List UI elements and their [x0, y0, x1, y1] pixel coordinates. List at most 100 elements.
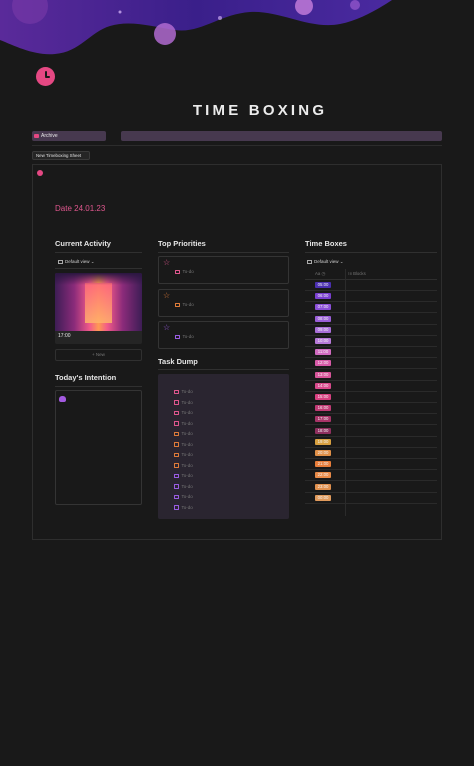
- table-row[interactable]: 11:00: [305, 347, 437, 359]
- new-timeboxing-sheet-button[interactable]: New Timeboxing Sheet: [32, 151, 90, 160]
- checkbox[interactable]: [174, 463, 179, 468]
- time-tag[interactable]: 12:00: [315, 360, 331, 367]
- todo-item[interactable]: To-do: [174, 452, 193, 458]
- current-activity-card[interactable]: 17:00: [55, 273, 142, 344]
- checkbox[interactable]: [174, 431, 179, 436]
- table-row[interactable]: 17:00: [305, 414, 437, 426]
- checkbox[interactable]: [174, 494, 179, 499]
- table-row[interactable]: 05:00: [305, 280, 437, 291]
- time-tag[interactable]: 06:00: [315, 293, 331, 300]
- table-row[interactable]: 14:00: [305, 381, 437, 392]
- checkbox[interactable]: [174, 442, 179, 447]
- blocks-column-header[interactable]: ⁝≡ Blocks: [348, 271, 366, 277]
- todo-item[interactable]: To-do: [174, 473, 193, 479]
- star-outline-icon: ☆: [163, 323, 171, 332]
- todo-item[interactable]: To-do: [174, 389, 193, 395]
- checkbox[interactable]: [175, 334, 180, 339]
- todays-intention-title: Today's Intention: [55, 373, 117, 382]
- todo-item[interactable]: To-do: [174, 421, 193, 427]
- time-tag[interactable]: 17:00: [315, 416, 331, 423]
- todo-label: To-do: [181, 473, 193, 478]
- time-tag[interactable]: 05:00: [315, 282, 331, 288]
- todo-label: To-do: [182, 334, 194, 339]
- time-tag[interactable]: 08:00: [315, 315, 331, 322]
- table-row[interactable]: 13:00: [305, 370, 437, 381]
- todo-label: To-do: [181, 441, 193, 447]
- time-tag[interactable]: 18:00: [315, 427, 331, 434]
- table-row[interactable]: 00:00: [305, 493, 437, 504]
- time-boxes-table-header: Aa ◷ ⁝≡ Blocks: [305, 269, 437, 280]
- todo-item[interactable]: To-do: [175, 334, 194, 340]
- table-row[interactable]: 07:00: [305, 302, 437, 314]
- time-tag[interactable]: 11:00: [315, 349, 331, 356]
- todo-item[interactable]: To-do: [174, 463, 193, 469]
- table-row[interactable]: 10:00: [305, 336, 437, 347]
- table-row[interactable]: 19:00: [305, 437, 437, 448]
- time-tag[interactable]: 20:00: [315, 450, 331, 456]
- checkbox[interactable]: [175, 302, 180, 307]
- divider: [158, 252, 289, 253]
- table-row[interactable]: 18:00: [305, 426, 437, 437]
- todo-item[interactable]: To-do: [174, 442, 193, 448]
- time-tag[interactable]: 23:00: [315, 483, 331, 490]
- time-tag[interactable]: 07:00: [315, 304, 331, 311]
- checkbox[interactable]: [174, 484, 179, 489]
- time-boxes-title: Time Boxes: [305, 239, 347, 248]
- table-row[interactable]: 09:00: [305, 325, 437, 336]
- divider: [55, 386, 142, 387]
- table-row[interactable]: 21:00: [305, 459, 437, 471]
- todo-item[interactable]: To-do: [175, 269, 194, 275]
- time-tag[interactable]: 22:00: [315, 472, 331, 479]
- priority-item[interactable]: ☆ To-do: [158, 256, 289, 284]
- date-heading: Date 24.01.23: [55, 204, 106, 213]
- table-row[interactable]: 12:00: [305, 358, 437, 370]
- checkbox[interactable]: [174, 410, 179, 415]
- todo-item[interactable]: To-do: [174, 400, 193, 406]
- checkbox[interactable]: [174, 389, 179, 394]
- priority-item[interactable]: ☆ To-do: [158, 321, 289, 349]
- todays-intention-box[interactable]: [55, 390, 142, 505]
- time-tag[interactable]: 21:00: [315, 461, 331, 468]
- time-tag[interactable]: 16:00: [315, 405, 331, 412]
- table-row[interactable]: 15:00: [305, 392, 437, 403]
- new-card-button[interactable]: + New: [55, 349, 142, 361]
- time-boxes-view-tab[interactable]: Default view ⌄: [307, 259, 344, 265]
- table-row[interactable]: 20:00: [305, 448, 437, 459]
- todo-label: To-do: [181, 389, 193, 394]
- table-row[interactable]: 06:00: [305, 291, 437, 303]
- time-tag[interactable]: 14:00: [315, 382, 331, 389]
- checkbox[interactable]: [174, 421, 179, 426]
- table-row[interactable]: 16:00: [305, 403, 437, 415]
- todo-item[interactable]: To-do: [175, 302, 194, 308]
- todo-item[interactable]: To-do: [174, 431, 193, 437]
- current-activity-title: Current Activity: [55, 239, 111, 248]
- time-tag[interactable]: 00:00: [315, 494, 331, 501]
- archive-link[interactable]: Archive: [32, 131, 106, 141]
- checkbox[interactable]: [174, 452, 179, 457]
- time-tag[interactable]: 13:00: [315, 371, 331, 378]
- todo-item[interactable]: To-do: [174, 410, 193, 416]
- table-row[interactable]: 22:00: [305, 470, 437, 482]
- card-cover-image: [55, 273, 142, 331]
- view-label: Default view: [65, 259, 90, 264]
- checkbox[interactable]: [174, 505, 179, 510]
- table-row[interactable]: 08:00: [305, 314, 437, 325]
- time-tag[interactable]: 09:00: [315, 326, 331, 333]
- folder-icon: [34, 134, 39, 138]
- time-tag[interactable]: 10:00: [315, 338, 331, 344]
- current-activity-view-tab[interactable]: Default view ⌄: [58, 259, 95, 265]
- todo-item[interactable]: To-do: [174, 484, 193, 490]
- time-tag[interactable]: 15:00: [315, 394, 331, 400]
- todo-item[interactable]: To-do: [174, 494, 193, 500]
- star-outline-icon: ☆: [163, 258, 171, 267]
- checkbox[interactable]: [174, 473, 179, 478]
- priority-item[interactable]: ☆ To-do: [158, 289, 289, 317]
- header-bar: [121, 131, 442, 141]
- name-column-header[interactable]: Aa ◷: [315, 271, 325, 277]
- checkbox[interactable]: [175, 269, 180, 274]
- time-tag[interactable]: 19:00: [315, 438, 331, 445]
- table-row[interactable]: 23:00: [305, 482, 437, 493]
- todo-item[interactable]: To-do: [174, 505, 193, 511]
- checkbox[interactable]: [174, 400, 179, 405]
- divider: [305, 252, 437, 253]
